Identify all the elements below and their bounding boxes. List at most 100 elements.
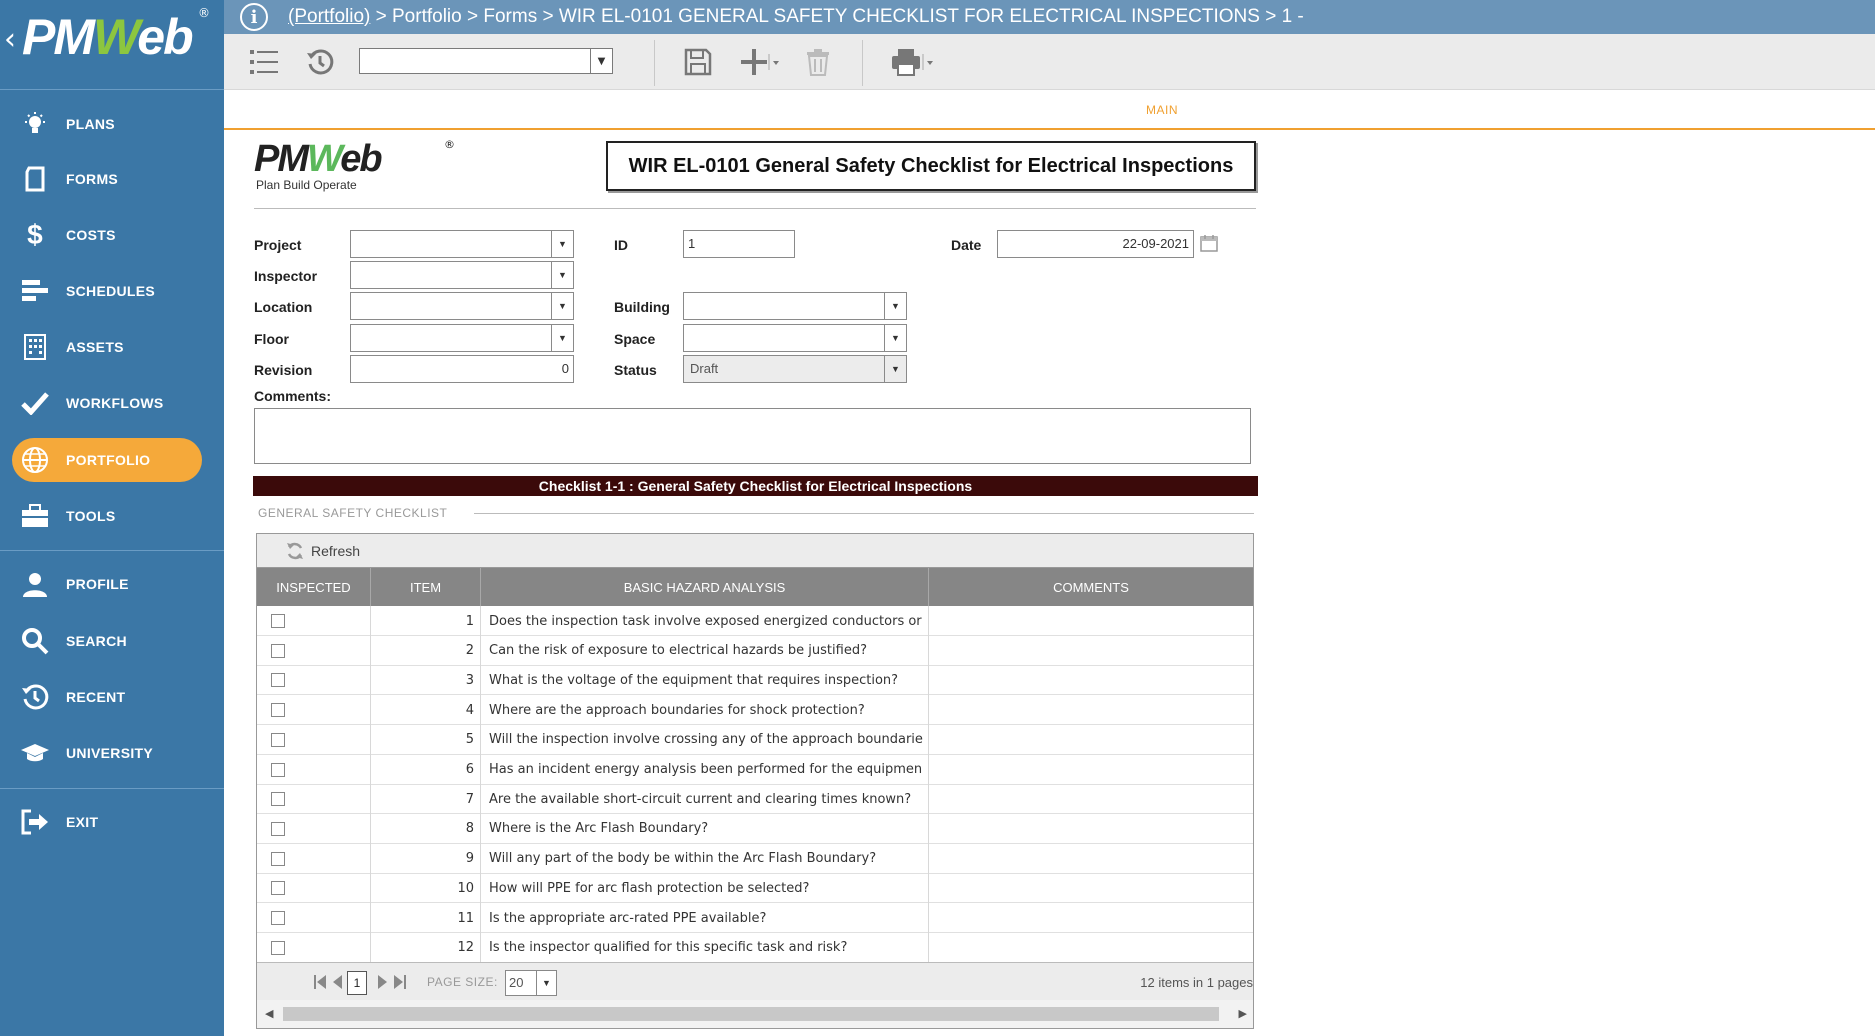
inspected-checkbox[interactable] (271, 792, 285, 807)
first-page-icon[interactable] (313, 973, 327, 991)
checklist-grid: Refresh INSPECTED ITEM BASIC HAZARD ANAL… (256, 533, 1254, 1029)
comments-cell[interactable] (929, 784, 1253, 814)
sidebar-item-tools[interactable]: TOOLS (12, 494, 202, 538)
inspected-cell (257, 606, 371, 636)
page-size-select[interactable]: 20 ▼ (505, 970, 557, 996)
chevron-down-icon[interactable]: ▼ (590, 49, 612, 73)
scroll-right-icon[interactable]: ▶ (1239, 1007, 1247, 1020)
next-page-icon[interactable] (375, 973, 389, 991)
inspected-checkbox[interactable] (271, 614, 285, 628)
inspected-checkbox[interactable] (271, 732, 285, 747)
print-dropdown-chevron-icon[interactable] (918, 44, 938, 80)
sidebar-item-search[interactable]: SEARCH (12, 619, 202, 663)
comments-textarea[interactable] (254, 408, 1251, 464)
sidebar-item-recent[interactable]: RECENT (12, 675, 202, 719)
add-dropdown-chevron-icon[interactable] (764, 44, 784, 80)
chevron-down-icon[interactable]: ▼ (536, 971, 556, 995)
pmweb-logo[interactable]: ‹ PMWeb ® (0, 0, 224, 89)
tab-main[interactable]: MAIN (1146, 103, 1178, 117)
breadcrumb: > Portfolio > Forms > WIR EL-0101 GENERA… (370, 6, 1304, 27)
inspected-checkbox[interactable] (271, 851, 285, 866)
chevron-down-icon[interactable]: ▼ (884, 325, 906, 351)
inspected-checkbox[interactable] (271, 821, 285, 836)
info-icon[interactable]: i (240, 3, 268, 31)
comments-cell[interactable] (929, 933, 1253, 963)
sidebar-item-workflows[interactable]: WORKFLOWS (12, 381, 202, 425)
comments-cell[interactable] (929, 814, 1253, 844)
prev-page-icon[interactable] (331, 973, 345, 991)
dollar-icon: $ (27, 219, 43, 250)
comments-cell[interactable] (929, 873, 1253, 903)
chevron-down-icon[interactable]: ▼ (551, 325, 573, 351)
history-icon[interactable] (302, 44, 338, 80)
comments-cell[interactable] (929, 903, 1253, 933)
inspected-checkbox[interactable] (271, 762, 285, 777)
comments-cell[interactable] (929, 755, 1253, 785)
item-number: 11 (371, 903, 481, 933)
floor-select[interactable]: ▼ (350, 324, 574, 352)
list-icon[interactable] (246, 44, 282, 80)
sidebar-item-plans[interactable]: PLANS (12, 102, 202, 146)
chevron-down-icon[interactable]: ▼ (551, 231, 573, 257)
breadcrumb-portfolio-link[interactable]: (Portfolio) (288, 6, 370, 28)
status-select[interactable]: Draft ▼ (683, 355, 907, 383)
horizontal-scrollbar[interactable]: ◀ ▶ (257, 1000, 1253, 1028)
chevron-down-icon[interactable]: ▼ (551, 262, 573, 288)
delete-icon[interactable] (800, 44, 836, 80)
revision-input[interactable]: 0 (350, 355, 574, 383)
id-input[interactable]: 1 (683, 230, 795, 258)
back-chevron-icon[interactable]: ‹ (4, 22, 16, 57)
sidebar-item-exit[interactable]: EXIT (12, 800, 202, 844)
date-input[interactable]: 22-09-2021 (997, 230, 1194, 258)
inspected-checkbox[interactable] (271, 673, 285, 688)
comments-cell[interactable] (929, 665, 1253, 695)
toolbar-divider (654, 40, 655, 86)
chevron-down-icon[interactable]: ▼ (884, 293, 906, 319)
inspected-checkbox[interactable] (271, 940, 285, 955)
building-select[interactable]: ▼ (683, 292, 907, 320)
inspector-select[interactable]: ▼ (350, 261, 574, 289)
inspected-checkbox[interactable] (271, 643, 285, 658)
column-header-item[interactable]: ITEM (371, 568, 481, 606)
exit-icon (18, 805, 52, 839)
grid-pager: 1 PAGE SIZE: 20 ▼ 12 items in 1 pages (257, 962, 1253, 1000)
comments-cell[interactable] (929, 695, 1253, 725)
scroll-left-icon[interactable]: ◀ (265, 1007, 273, 1020)
calendar-icon[interactable] (1200, 234, 1218, 252)
sidebar-item-forms[interactable]: FORMS (12, 157, 202, 201)
column-header-inspected[interactable]: INSPECTED (257, 568, 371, 606)
refresh-button[interactable]: Refresh (285, 541, 360, 561)
space-select[interactable]: ▼ (683, 324, 907, 352)
save-icon[interactable] (680, 44, 716, 80)
inspected-checkbox[interactable] (271, 703, 285, 718)
sidebar-item-assets[interactable]: ASSETS (12, 325, 202, 369)
brand-name: PMWeb (22, 9, 194, 65)
column-header-comments[interactable]: COMMENTS (929, 568, 1253, 606)
chevron-down-icon[interactable]: ▼ (884, 356, 906, 382)
sidebar-item-university[interactable]: UNIVERSITY (12, 731, 202, 775)
project-select[interactable]: ▼ (350, 230, 574, 258)
scrollbar-thumb[interactable] (283, 1007, 1219, 1021)
current-page[interactable]: 1 (347, 971, 367, 995)
page-size-value: 20 (509, 975, 524, 990)
sidebar-item-portfolio[interactable]: PORTFOLIO (12, 438, 202, 482)
inspected-checkbox[interactable] (271, 911, 285, 925)
sidebar-item-schedules[interactable]: SCHEDULES (12, 269, 202, 313)
inspected-checkbox[interactable] (271, 881, 285, 896)
sidebar-item-profile[interactable]: PROFILE (12, 562, 202, 606)
column-header-hazard[interactable]: BASIC HAZARD ANALYSIS (481, 568, 929, 606)
record-select[interactable]: ▼ (359, 48, 613, 74)
chevron-down-icon[interactable]: ▼ (551, 293, 573, 319)
comments-cell[interactable] (929, 636, 1253, 666)
building-label: Building (614, 299, 670, 315)
sidebar-item-costs[interactable]: $ COSTS (12, 213, 202, 257)
comments-cell[interactable] (929, 725, 1253, 755)
hazard-question: Where is the Arc Flash Boundary? (481, 813, 929, 844)
last-page-icon[interactable] (393, 973, 407, 991)
hazard-question: Will the inspection involve crossing any… (481, 724, 929, 755)
form-logo: PMWeb ® Plan Build Operate (254, 138, 464, 194)
comments-cell[interactable] (929, 606, 1253, 636)
comments-cell[interactable] (929, 844, 1253, 874)
location-select[interactable]: ▼ (350, 292, 574, 320)
inspected-cell (257, 873, 371, 904)
